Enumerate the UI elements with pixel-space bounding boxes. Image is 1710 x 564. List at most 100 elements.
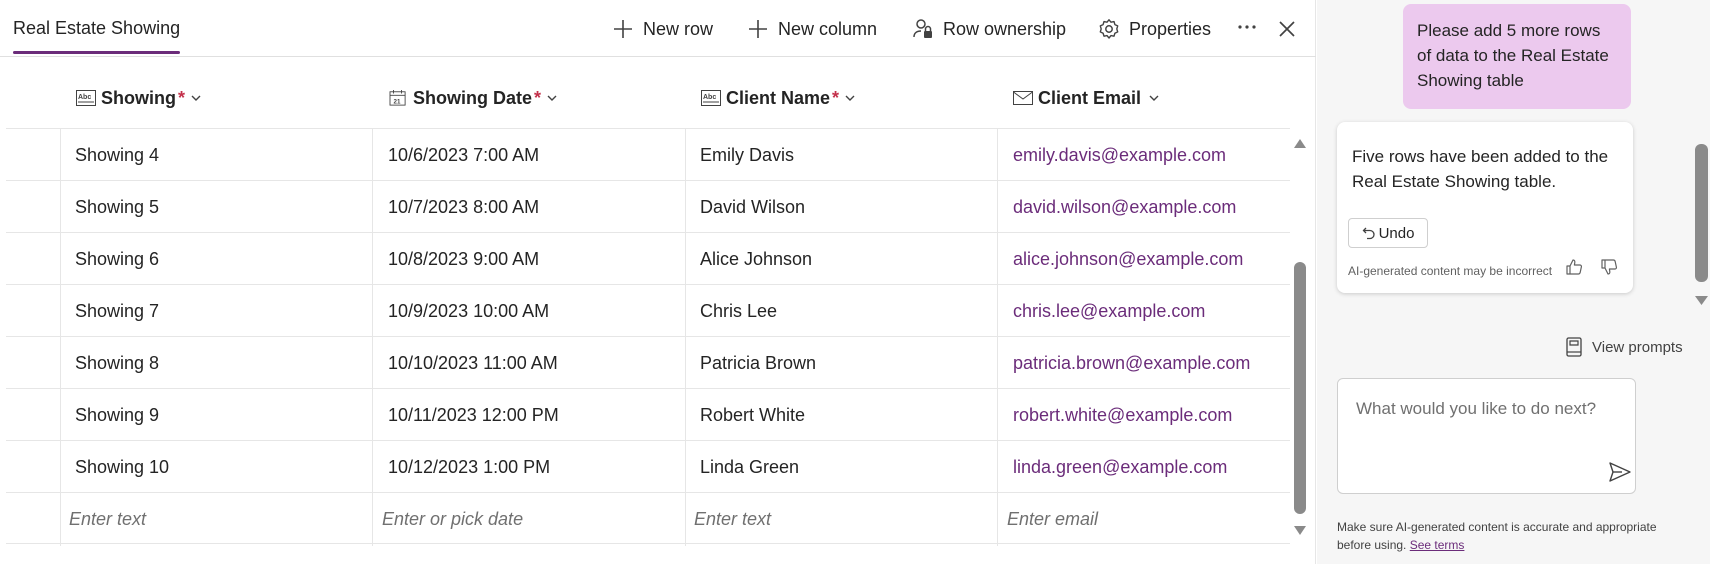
cell-showing-date[interactable]: 10/9/2023 10:00 AM xyxy=(388,285,549,337)
cell-client-email[interactable]: alice.johnson@example.com xyxy=(1013,233,1243,285)
cell-client-name[interactable]: Chris Lee xyxy=(700,285,777,337)
cell-client-name[interactable]: Emily Davis xyxy=(700,129,794,181)
cell-client-name[interactable]: Robert White xyxy=(700,389,805,441)
chevron-down-icon xyxy=(845,95,855,101)
column-header-client-name[interactable]: Abc Client Name * xyxy=(701,85,856,111)
book-icon xyxy=(1566,337,1582,357)
cell-client-email[interactable]: david.wilson@example.com xyxy=(1013,181,1236,233)
cell-showing[interactable]: Showing 9 xyxy=(75,389,159,441)
footer-note: Make sure AI-generated content is accura… xyxy=(1337,518,1667,554)
table-row[interactable]: Showing 10 10/12/2023 1:00 PM Linda Gree… xyxy=(6,440,1290,492)
undo-label: Undo xyxy=(1378,224,1415,242)
send-icon[interactable] xyxy=(1609,462,1631,482)
table-row[interactable]: Showing 7 10/9/2023 10:00 AM Chris Lee c… xyxy=(6,284,1290,336)
undo-button[interactable]: Undo xyxy=(1348,218,1428,248)
chevron-down-icon xyxy=(191,95,201,101)
required-marker: * xyxy=(534,87,542,108)
plus-icon xyxy=(614,20,632,38)
person-lock-icon xyxy=(913,19,932,38)
chevron-down-icon xyxy=(547,95,557,101)
table-row[interactable]: Showing 6 10/8/2023 9:00 AM Alice Johnso… xyxy=(6,232,1290,284)
toolbar: Real Estate Showing New row New column R… xyxy=(0,0,1316,57)
ellipsis-icon xyxy=(1238,25,1256,29)
chat-input-box[interactable] xyxy=(1337,378,1636,494)
thumbs-down-icon[interactable] xyxy=(1600,258,1618,276)
copilot-panel: Please add 5 more rows of data to the Re… xyxy=(1317,0,1710,564)
table-row[interactable]: Showing 8 10/10/2023 11:00 AM Patricia B… xyxy=(6,336,1290,388)
table-row[interactable]: Showing 4 10/6/2023 7:00 AM Emily Davis … xyxy=(6,128,1290,180)
ai-disclaimer: AI-generated content may be incorrect xyxy=(1348,264,1553,278)
chat-input[interactable] xyxy=(1356,399,1616,419)
table-row[interactable]: Showing 5 10/7/2023 8:00 AM David Wilson… xyxy=(6,180,1290,232)
new-row-label: New row xyxy=(643,18,714,39)
table-row[interactable]: Showing 9 10/11/2023 12:00 PM Robert Whi… xyxy=(6,388,1290,440)
grid-scrollbar[interactable] xyxy=(1290,128,1310,546)
required-marker: * xyxy=(178,87,186,108)
cell-showing[interactable]: Showing 6 xyxy=(75,233,159,285)
tab-selected-indicator xyxy=(13,51,180,54)
cell-showing[interactable]: Showing 8 xyxy=(75,337,159,389)
new-showing-input[interactable]: Enter text xyxy=(69,493,146,545)
new-column-label: New column xyxy=(778,18,878,39)
table-panel: Real Estate Showing New row New column R… xyxy=(0,0,1316,564)
new-client-email-input[interactable]: Enter email xyxy=(1007,493,1098,545)
chat-scroll-thumb[interactable] xyxy=(1695,144,1708,282)
column-header-showing[interactable]: Abc Showing * xyxy=(76,85,202,111)
chat-scrollbar[interactable] xyxy=(1692,136,1710,316)
cell-showing-date[interactable]: 10/11/2023 12:00 PM xyxy=(388,389,559,441)
view-prompts-button[interactable]: View prompts xyxy=(1565,336,1683,358)
thumbs-up-icon[interactable] xyxy=(1565,258,1583,276)
scroll-down-icon[interactable] xyxy=(1695,296,1708,306)
column-header-showing-date[interactable]: 21 Showing Date * xyxy=(388,85,558,111)
column-header-label: Showing Date xyxy=(413,87,533,108)
properties-button[interactable]: Properties xyxy=(1098,16,1211,42)
cell-showing[interactable]: Showing 7 xyxy=(75,285,159,337)
svg-text:Abc: Abc xyxy=(703,94,716,101)
new-showing-date-input[interactable]: Enter or pick date xyxy=(382,493,523,545)
cell-showing[interactable]: Showing 4 xyxy=(75,129,159,181)
cell-showing[interactable]: Showing 10 xyxy=(75,441,169,493)
cell-client-email[interactable]: robert.white@example.com xyxy=(1013,389,1232,441)
close-button[interactable] xyxy=(1276,16,1298,42)
cell-client-name[interactable]: David Wilson xyxy=(700,181,805,233)
cell-client-email[interactable]: chris.lee@example.com xyxy=(1013,285,1205,337)
footer-text: Make sure AI-generated content is accura… xyxy=(1337,520,1657,552)
cell-showing-date[interactable]: 10/7/2023 8:00 AM xyxy=(388,181,539,233)
text-type-icon: Abc xyxy=(76,90,96,106)
required-marker: * xyxy=(832,87,840,108)
see-terms-link[interactable]: See terms xyxy=(1410,538,1465,552)
cell-client-name[interactable]: Patricia Brown xyxy=(700,337,816,389)
scroll-down-icon[interactable] xyxy=(1294,526,1306,536)
cell-client-email[interactable]: emily.davis@example.com xyxy=(1013,129,1226,181)
row-ownership-label: Row ownership xyxy=(943,18,1067,39)
undo-icon xyxy=(1362,227,1375,240)
svg-text:21: 21 xyxy=(394,98,401,105)
more-options-button[interactable] xyxy=(1236,14,1258,40)
new-column-button[interactable]: New column xyxy=(747,16,877,42)
cell-showing-date[interactable]: 10/6/2023 7:00 AM xyxy=(388,129,539,181)
row-ownership-button[interactable]: Row ownership xyxy=(912,16,1066,42)
user-message-text: Please add 5 more rows of data to the Re… xyxy=(1417,21,1609,90)
column-header-label: Showing xyxy=(101,87,176,108)
ai-response-card: Five rows have been added to the Real Es… xyxy=(1337,122,1633,293)
cell-client-email[interactable]: linda.green@example.com xyxy=(1013,441,1227,493)
properties-label: Properties xyxy=(1129,18,1212,39)
new-client-name-input[interactable]: Enter text xyxy=(694,493,771,545)
new-row-button[interactable]: New row xyxy=(612,16,713,42)
cell-showing-date[interactable]: 10/12/2023 1:00 PM xyxy=(388,441,550,493)
gear-icon xyxy=(1099,19,1119,39)
cell-showing-date[interactable]: 10/8/2023 9:00 AM xyxy=(388,233,539,285)
calendar-icon: 21 xyxy=(389,90,406,106)
scroll-up-icon[interactable] xyxy=(1294,138,1306,148)
cell-client-name[interactable]: Linda Green xyxy=(700,441,799,493)
tab-real-estate-showing[interactable]: Real Estate Showing xyxy=(13,18,180,39)
cell-client-name[interactable]: Alice Johnson xyxy=(700,233,812,285)
grid-scroll-thumb[interactable] xyxy=(1294,262,1306,514)
cell-showing[interactable]: Showing 5 xyxy=(75,181,159,233)
cell-client-email[interactable]: patricia.brown@example.com xyxy=(1013,337,1250,389)
new-row[interactable]: Enter text Enter or pick date Enter text… xyxy=(6,492,1290,544)
cell-showing-date[interactable]: 10/10/2023 11:00 AM xyxy=(388,337,558,389)
column-header-client-email[interactable]: Client Email xyxy=(1013,85,1160,111)
user-message-bubble: Please add 5 more rows of data to the Re… xyxy=(1403,4,1631,109)
chevron-down-icon xyxy=(1149,95,1159,101)
